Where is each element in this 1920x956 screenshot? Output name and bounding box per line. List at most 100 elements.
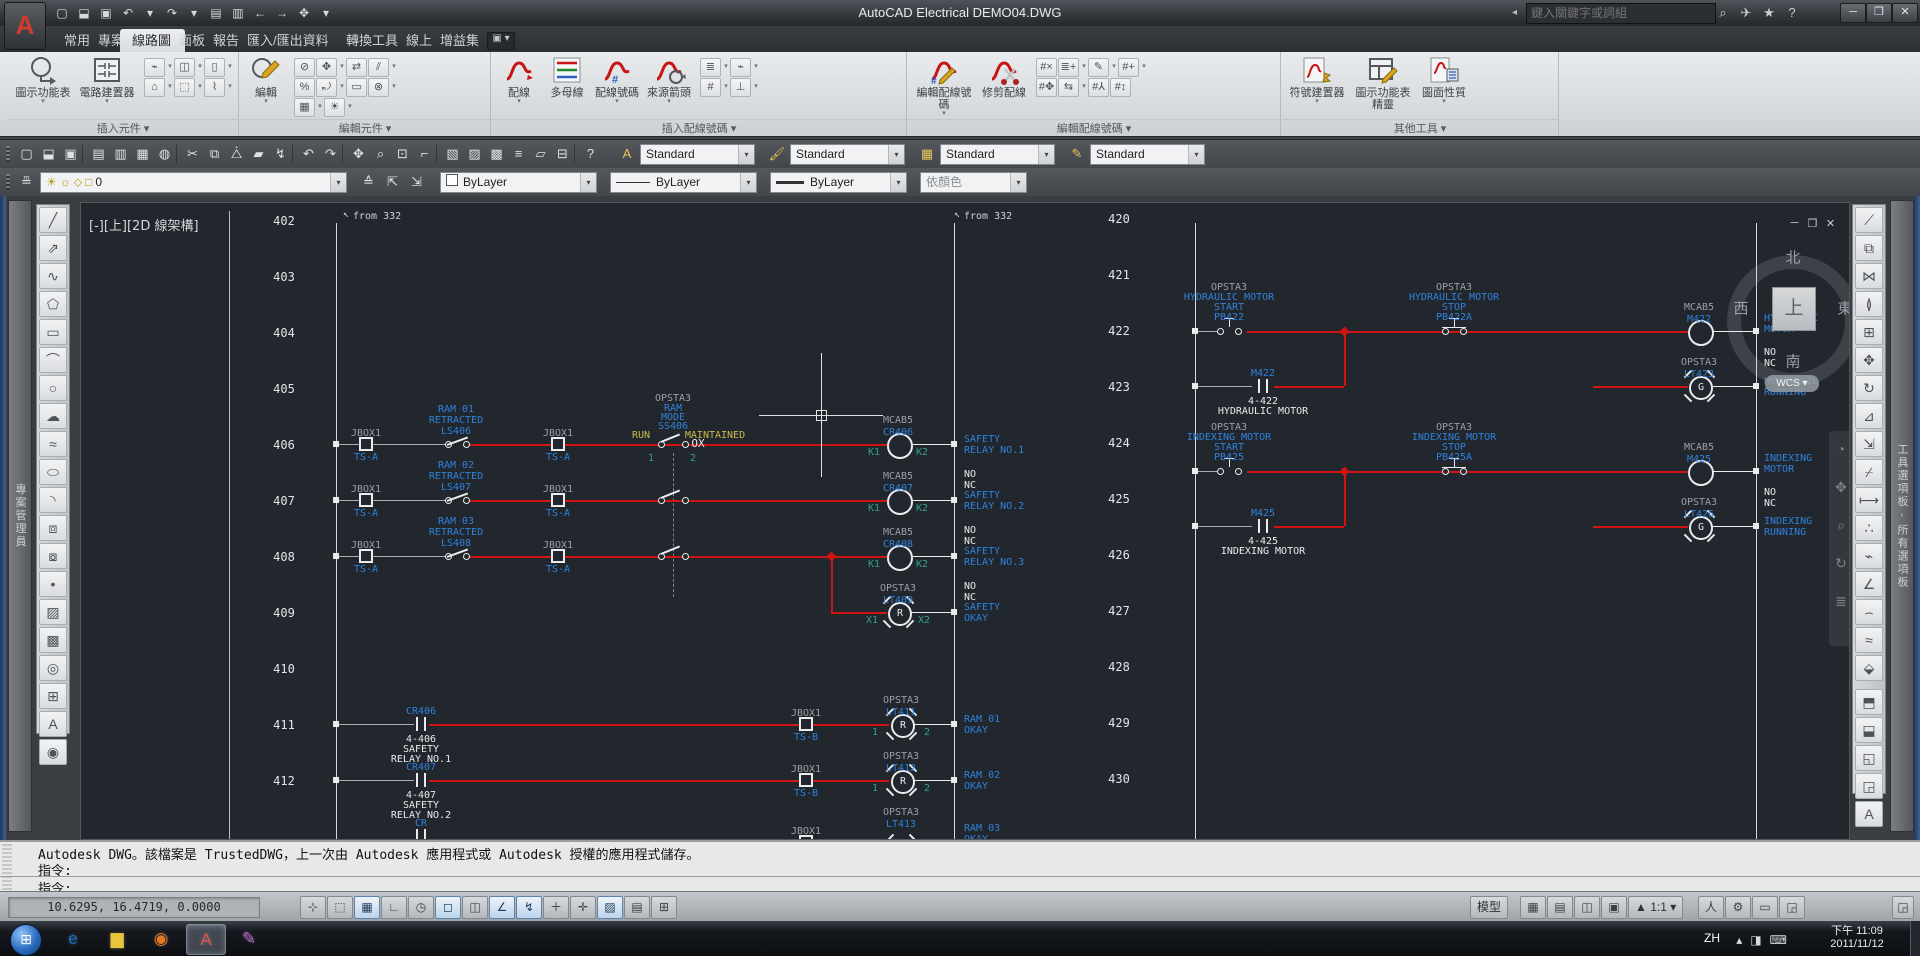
ribbon-panel-label[interactable]: 編輯元件 ▾ (240, 119, 490, 135)
wire-vertical[interactable] (1195, 223, 1196, 839)
wire-segment[interactable] (1195, 471, 1219, 472)
linetype-dropdown[interactable]: ByLayer▾ (610, 172, 757, 193)
color-dropdown[interactable]: ByLayer▾ (440, 172, 597, 193)
wire-segment[interactable] (1593, 386, 1688, 388)
tab-增益集[interactable]: 增益集 (428, 29, 493, 52)
layer-properties-icon[interactable]: ≞ (16, 172, 37, 192)
qat-icon-9[interactable]: ← (250, 4, 270, 22)
pushbutton-symbol[interactable] (1460, 328, 1467, 335)
dropdown-arrow-icon[interactable]: ▾ (722, 78, 730, 95)
navigation-bar[interactable]: ◔✥⌕↻≣ (1829, 431, 1850, 646)
show-desktop-button[interactable] (1910, 921, 1920, 956)
style-icon-2[interactable]: ▦ (916, 144, 938, 164)
navbar-icon-0[interactable]: ◔ (1829, 437, 1850, 461)
toolbar1-icon-9[interactable]: ✂ (182, 144, 203, 164)
draw-tool-icon-6[interactable]: ○ (39, 375, 67, 401)
contact-symbol[interactable] (1258, 379, 1260, 393)
status-far-icon-3[interactable]: ◲ (1779, 896, 1805, 919)
wire-segment[interactable] (1247, 471, 1688, 473)
contact-symbol[interactable] (424, 773, 426, 787)
toolbar1-icon-24[interactable]: ▨ (464, 144, 485, 164)
wire-segment[interactable] (831, 612, 887, 614)
wire-segment[interactable] (1247, 331, 1688, 333)
draw-tool-icon-3[interactable]: ⬠ (39, 291, 67, 317)
wire-segment[interactable] (467, 556, 887, 558)
limit-switch-symbol[interactable] (463, 441, 470, 448)
ribbon-small-button[interactable]: ⇆ (1058, 78, 1079, 97)
wire-segment[interactable] (336, 500, 448, 501)
ribbon-small-button[interactable]: ⫽ (368, 58, 389, 77)
wire-segment[interactable] (909, 612, 954, 613)
ribbon-small-button[interactable]: ⬚ (174, 78, 195, 97)
status-far-icon-2[interactable]: ▭ (1752, 896, 1778, 919)
qat-icon-3[interactable]: ↶ (118, 4, 138, 22)
ribbon-small-button[interactable]: ⌁ (144, 58, 165, 77)
viewcube-north-label[interactable]: 北 (1785, 247, 1800, 268)
dropdown-arrow-icon[interactable]: ▾ (338, 78, 346, 95)
contact-symbol[interactable] (416, 773, 418, 787)
ribbon-small-button[interactable]: ⊘ (294, 58, 315, 77)
ribbon-small-button[interactable]: ✥ (316, 58, 337, 77)
navbar-icon-3[interactable]: ↻ (1829, 551, 1850, 575)
ribbon-small-button[interactable]: ≣+ (1058, 58, 1079, 77)
ribbon-button-編輯配線號碼[interactable]: #編輯配線號 碼▾ (912, 55, 976, 117)
infocenter-icon-1[interactable]: ✈ (1735, 3, 1757, 23)
toolbar1-icon-19[interactable]: ⌕ (370, 144, 391, 164)
ribbon-small-button[interactable]: ≣ (700, 58, 721, 77)
dropdown-arrow-icon[interactable]: ▾ (888, 145, 904, 164)
ribbon-button-修剪配線[interactable]: 修剪配線 (978, 55, 1030, 117)
ribbon-small-button[interactable]: ⊗ (368, 78, 389, 97)
wire-segment[interactable] (913, 780, 954, 781)
modify-tool-icon-5[interactable]: ✥ (1855, 347, 1883, 373)
wire-segment[interactable] (1274, 526, 1344, 528)
minimize-button[interactable]: ─ (1840, 3, 1866, 23)
toolbar1-icon-13[interactable]: ↯ (270, 144, 291, 164)
style-dropdown-1[interactable]: Standard▾ (790, 144, 905, 165)
pushbutton-symbol[interactable] (1442, 468, 1449, 475)
dropdown-arrow-icon[interactable]: ▾ (196, 78, 204, 95)
toolbar1-icon-5[interactable]: ▥ (110, 144, 131, 164)
modify-tool-icon-8[interactable]: ⇲ (1855, 431, 1883, 457)
toolbar1-icon-21[interactable]: ⌐ (414, 144, 435, 164)
status-far-icon-0[interactable]: 人 (1698, 896, 1724, 919)
draworder-icon-0[interactable]: ⬒ (1855, 689, 1883, 715)
contact-symbol[interactable] (1266, 379, 1268, 393)
qat-icon-4[interactable]: ▾ (140, 4, 160, 22)
status-toggle-10[interactable]: ✛ (570, 896, 596, 919)
status-toggle-11[interactable]: ▨ (597, 896, 623, 919)
status-far-icon-1[interactable]: ⚙ (1725, 896, 1751, 919)
wire-vertical[interactable] (954, 223, 955, 839)
toolbar1-icon-12[interactable]: ▰ (248, 144, 269, 164)
toolbar1-icon-23[interactable]: ▧ (442, 144, 463, 164)
toolbar1-icon-0[interactable]: ▢ (16, 144, 37, 164)
style-dropdown-0[interactable]: Standard▾ (640, 144, 755, 165)
terminal-symbol[interactable] (359, 549, 373, 563)
qat-icon-11[interactable]: ✥ (294, 4, 314, 22)
wire-segment[interactable] (467, 500, 887, 502)
model-button[interactable]: 模型 (1470, 896, 1508, 919)
ribbon-small-button[interactable]: ⌂ (144, 78, 165, 97)
wire-segment[interactable] (1195, 526, 1252, 527)
draw-tool-icon-4[interactable]: ▭ (39, 319, 67, 345)
close-button[interactable]: ✕ (1892, 3, 1918, 23)
toolbar1-icon-11[interactable]: ⧊ (226, 144, 247, 164)
limit-switch-symbol[interactable] (463, 497, 470, 504)
draw-tool-icon-15[interactable]: ▩ (39, 627, 67, 653)
taskbar-autocad[interactable]: A (186, 924, 226, 955)
draw-tool-icon-0[interactable]: ╱ (39, 207, 67, 233)
toolbar1-icon-6[interactable]: ▦ (132, 144, 153, 164)
toolbar1-icon-7[interactable]: ◍ (154, 144, 175, 164)
wire-segment[interactable] (336, 556, 448, 557)
dropdown-arrow-icon[interactable]: ▾ (1110, 58, 1118, 75)
qat-icon-10[interactable]: → (272, 4, 292, 22)
terminal-symbol[interactable] (359, 493, 373, 507)
wire-segment[interactable] (429, 780, 889, 782)
qat-icon-2[interactable]: ▣ (96, 4, 116, 22)
ribbon-small-button[interactable]: ⤾ (316, 78, 337, 97)
toolbar1-icon-4[interactable]: ▤ (88, 144, 109, 164)
dropdown-arrow-icon[interactable]: ▾ (752, 78, 760, 95)
wire-segment[interactable] (336, 444, 448, 445)
dropdown-arrow-icon[interactable]: ▾ (226, 58, 234, 75)
toolbar1-icon-15[interactable]: ↶ (298, 144, 319, 164)
terminal-symbol[interactable] (799, 773, 813, 787)
